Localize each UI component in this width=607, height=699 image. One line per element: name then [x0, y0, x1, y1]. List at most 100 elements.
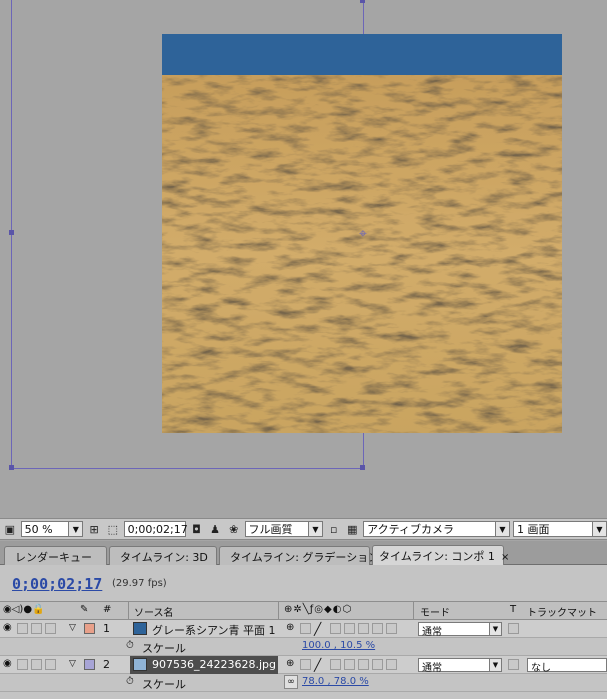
footage-thumbnail-icon: [133, 658, 147, 671]
blend-mode-value: 通常: [422, 663, 442, 674]
layer-row[interactable]: ◉ ▽ 2 907536_24223628.jpg ⊕ ╱ 通常 ▼ なし: [0, 656, 607, 674]
switches-column-icons[interactable]: ⊕✲╲ƒ◎◆◐⬡: [284, 604, 352, 615]
tab-render-queue[interactable]: レンダーキュー: [4, 546, 107, 565]
color-channels-icon[interactable]: ❀: [226, 521, 242, 537]
av-features-icon[interactable]: ◉◁)●🔒: [3, 604, 45, 615]
layer-number: 1: [103, 622, 110, 635]
bounds-handle-top[interactable]: [360, 0, 365, 3]
quality-switch-icon[interactable]: ╱: [314, 658, 321, 672]
view-layout-value: 1 画面: [516, 523, 550, 536]
mask-toggle-icon[interactable]: ⬚: [105, 521, 121, 537]
motion-blur-switch[interactable]: [358, 623, 369, 634]
collapse-switch[interactable]: [300, 659, 311, 670]
tab-label: レンダーキュー: [15, 551, 92, 564]
stopwatch-icon[interactable]: ⏱: [126, 676, 134, 687]
composition-viewer[interactable]: ⌖: [0, 0, 607, 518]
effect-switch[interactable]: [330, 659, 341, 670]
tab-timeline-3d[interactable]: タイムライン: 3D: [109, 546, 217, 565]
layer-number: 2: [103, 658, 110, 671]
always-preview-icon[interactable]: ▣: [2, 521, 18, 537]
timeline-tab-strip: レンダーキュー タイムライン: 3D タイムライン: グラデーション タイムライ…: [0, 541, 607, 566]
camera-view-dropdown[interactable]: アクティブカメラ ▼: [363, 521, 510, 537]
twirl-down-icon[interactable]: ▽: [69, 623, 76, 633]
current-time-field[interactable]: 0;00;02;17: [123, 521, 188, 537]
audio-toggle[interactable]: [17, 659, 28, 670]
t-column-header[interactable]: T: [510, 604, 516, 615]
lock-toggle[interactable]: [45, 659, 56, 670]
close-icon[interactable]: ×: [501, 552, 509, 563]
scale-value[interactable]: 78.0 , 78.0 %: [302, 676, 369, 687]
layer-name-cell[interactable]: 907536_24223628.jpg: [130, 656, 278, 674]
tab-timeline-gradation[interactable]: タイムライン: グラデーション: [219, 546, 379, 565]
show-snapshot-icon[interactable]: ♟: [207, 521, 223, 537]
current-timecode[interactable]: 0;00;02;17: [12, 575, 102, 593]
frame-blend-switch[interactable]: [344, 659, 355, 670]
effect-switch[interactable]: [330, 623, 341, 634]
shy-switch-icon[interactable]: ⊕: [286, 622, 294, 633]
layer-row[interactable]: ◉ ▽ 1 グレー系シアン青 平面 1 ⊕ ╱ 通常 ▼: [0, 620, 607, 638]
layer-name: グレー系シアン青 平面 1: [152, 624, 276, 637]
solid-layer-preview[interactable]: [162, 34, 562, 75]
label-column-icon[interactable]: ✎: [80, 604, 88, 615]
resolution-dropdown[interactable]: フル画質 ▼: [244, 521, 323, 537]
track-matte-value: なし: [531, 663, 551, 674]
zoom-dropdown[interactable]: 50 % ▼: [20, 521, 84, 537]
scale-value[interactable]: 100.0 , 10.5 %: [302, 640, 375, 651]
layer-name: 907536_24223628.jpg: [152, 658, 276, 671]
number-column-header[interactable]: #: [103, 604, 111, 615]
eye-icon[interactable]: ◉: [3, 622, 12, 633]
frame-rate: (29.97 fps): [112, 578, 167, 589]
snapshot-icon[interactable]: ◘: [189, 521, 205, 537]
preserve-transparency-toggle[interactable]: [508, 623, 519, 634]
mode-column-header[interactable]: モード: [420, 604, 450, 619]
chevron-down-icon: ▼: [489, 623, 501, 635]
label-color-swatch[interactable]: [84, 659, 95, 670]
bounds-handle-left[interactable]: [9, 230, 14, 235]
tab-label: タイムライン: グラデーション: [230, 551, 380, 564]
anchor-point-icon[interactable]: ⌖: [356, 227, 370, 241]
3d-layer-switch[interactable]: [386, 659, 397, 670]
3d-layer-switch[interactable]: [386, 623, 397, 634]
constrain-proportions-icon[interactable]: [284, 639, 298, 653]
adjustment-switch[interactable]: [372, 623, 383, 634]
blend-mode-dropdown[interactable]: 通常 ▼: [418, 622, 502, 638]
chevron-down-icon: ▼: [307, 522, 322, 536]
region-of-interest-icon[interactable]: ▫: [326, 521, 342, 537]
camera-view-value: アクティブカメラ: [367, 523, 454, 536]
track-matte-column-header[interactable]: トラックマット: [527, 604, 597, 619]
property-name: スケール: [142, 678, 186, 691]
transparency-grid-icon[interactable]: ▦: [345, 521, 361, 537]
timecode-row: 0;00;02;17 (29.97 fps): [0, 565, 607, 601]
safe-margins-icon[interactable]: ⊞: [86, 521, 102, 537]
layer-name-cell[interactable]: グレー系シアン青 平面 1: [130, 620, 278, 638]
shy-switch-icon[interactable]: ⊕: [286, 658, 294, 669]
frame-blend-switch[interactable]: [344, 623, 355, 634]
property-row[interactable]: ⏱ スケール ∞ 78.0 , 78.0 %: [0, 674, 607, 692]
blend-mode-dropdown[interactable]: 通常 ▼: [418, 658, 502, 674]
chevron-down-icon: ▼: [591, 522, 606, 536]
bounds-handle-bottom-left[interactable]: [9, 465, 14, 470]
quality-switch-icon[interactable]: ╱: [314, 622, 321, 636]
source-name-column-header[interactable]: ソース名: [134, 604, 174, 619]
twirl-down-icon[interactable]: ▽: [69, 659, 76, 669]
collapse-switch[interactable]: [300, 623, 311, 634]
solo-toggle[interactable]: [31, 623, 42, 634]
tab-timeline-comp-1[interactable]: タイムライン: コンポ 1 ×: [372, 545, 509, 566]
view-layout-dropdown[interactable]: 1 画面 ▼: [512, 521, 607, 537]
audio-toggle[interactable]: [17, 623, 28, 634]
lock-toggle[interactable]: [45, 623, 56, 634]
motion-blur-switch[interactable]: [358, 659, 369, 670]
preserve-transparency-toggle[interactable]: [508, 659, 519, 670]
label-color-swatch[interactable]: [84, 623, 95, 634]
eye-icon[interactable]: ◉: [3, 658, 12, 669]
solo-toggle[interactable]: [31, 659, 42, 670]
zoom-value: 50 %: [24, 522, 53, 536]
sand-texture-image[interactable]: [162, 75, 562, 433]
constrain-proportions-icon[interactable]: ∞: [284, 675, 298, 689]
adjustment-switch[interactable]: [372, 659, 383, 670]
bounds-handle-bottom[interactable]: [360, 465, 365, 470]
property-row[interactable]: ⏱ スケール 100.0 , 10.5 %: [0, 638, 607, 656]
tab-label: タイムライン: コンポ 1: [379, 550, 495, 563]
track-matte-dropdown[interactable]: なし: [527, 658, 607, 674]
stopwatch-icon[interactable]: ⏱: [126, 640, 134, 651]
